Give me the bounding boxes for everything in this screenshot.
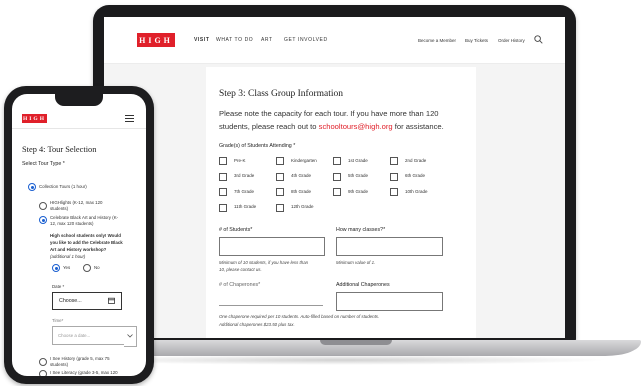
grade-checkbox[interactable] — [390, 172, 398, 181]
phone-header-divider — [12, 128, 146, 129]
date-label: Date * — [52, 284, 65, 289]
highlights-label-line1: HIGHlights (K-12, max 120 — [50, 200, 103, 205]
nav-link-what-to-do[interactable]: WHAT TO DO — [216, 37, 253, 43]
nav-link-visit[interactable]: VISIT — [194, 37, 210, 43]
grade-checkbox-label: 5th Grade — [348, 173, 369, 178]
capacity-notice-line1: Please note the capacity for each tour. … — [219, 109, 439, 118]
grade-checkbox-label: 3rd Grade — [234, 173, 255, 178]
classes-input[interactable] — [336, 237, 443, 256]
see-history-label-line1: I See History (grade 5, max 75 — [50, 356, 110, 361]
grade-checkbox[interactable] — [276, 172, 284, 181]
additional-chaperones-label: Additional Chaperones — [336, 282, 390, 288]
highlights-label-line2: students) — [50, 206, 69, 211]
grade-checkbox-label: Kindergarten — [291, 157, 317, 163]
phone-screen: HIGH Step 4: Tour Selection Select Tour … — [12, 94, 146, 376]
time-placeholder: Choose a date... — [58, 333, 91, 338]
classes-label: How many classes?* — [336, 227, 386, 233]
grade-checkbox-label: 8th Grade — [291, 188, 312, 194]
grade-checkbox[interactable] — [333, 172, 341, 181]
collection-tours-radio[interactable] — [28, 183, 36, 191]
workshop-question-line4: (additional 1 hour) — [50, 254, 86, 259]
grade-checkbox[interactable] — [219, 188, 227, 196]
grade-checkbox[interactable] — [276, 203, 284, 212]
time-select-arrow[interactable] — [124, 326, 137, 347]
chaperone-help-line1: One chaperone required per 10 students. … — [219, 314, 380, 319]
workshop-question-line3: Art and History workshop? — [50, 247, 107, 252]
grade-checkbox[interactable] — [390, 157, 398, 165]
celebrate-label-line1: Celebrate Black Art and History (K- — [50, 215, 119, 220]
see-literacy-radio[interactable] — [39, 370, 47, 376]
grade-checkbox-label: 1st Grade — [348, 157, 368, 163]
see-history-radio[interactable] — [39, 358, 47, 366]
students-help-line2: 10, please contact us. — [219, 267, 262, 272]
calendar-icon — [108, 297, 115, 304]
celebrate-label-line2: 12, max 120 students) — [50, 221, 94, 226]
nav-link-get-involved[interactable]: GET INVOLVED — [284, 37, 328, 43]
grade-checkbox[interactable] — [276, 157, 284, 165]
grade-checkbox[interactable] — [219, 203, 227, 212]
collection-tours-label: Collection Tours (1 hour) — [39, 184, 87, 189]
search-icon[interactable] — [534, 35, 543, 44]
students-label: # of Students* — [219, 227, 253, 233]
time-label: Time* — [52, 318, 64, 323]
see-literacy-label: I See Literacy (grade 3-5, max 120 — [50, 370, 118, 375]
grade-checkbox-label: Pre-K — [234, 157, 246, 163]
grade-checkbox-label: 4th Grade — [291, 173, 312, 178]
additional-chaperones-input[interactable] — [336, 292, 443, 311]
chaperone-help-line2: Additional chaperones $23.50 plus tax. — [219, 322, 295, 327]
grade-checkbox[interactable] — [333, 188, 341, 196]
chaperones-input — [219, 305, 323, 306]
grade-checkbox-label: 11th Grade — [234, 204, 257, 209]
workshop-yes-label: Yes — [63, 265, 71, 270]
workshop-no-radio[interactable] — [83, 264, 91, 272]
tour-type-label: Select Tour Type * — [22, 161, 65, 167]
chevron-down-icon — [127, 334, 133, 338]
date-picker-button[interactable]: Choose... — [52, 292, 122, 310]
laptop-screen: HIGH VISIT WHAT TO DO ART GET INVOLVED B… — [104, 17, 565, 338]
order-history-link[interactable]: Order History — [498, 38, 525, 43]
workshop-no-label: No — [94, 265, 100, 270]
grade-checkbox[interactable] — [390, 188, 398, 196]
workshop-question-line2: you like to add the Celebrate Black — [50, 240, 123, 245]
buy-tickets-link[interactable]: Buy Tickets — [465, 38, 488, 43]
classes-help: Minimum value of 1. — [336, 260, 376, 265]
grade-checkbox-label: 9th Grade — [348, 188, 369, 194]
grade-checkbox-label: 10th Grade — [405, 188, 428, 194]
see-history-label-line2: students) — [50, 362, 69, 367]
grade-checkbox[interactable] — [219, 172, 227, 181]
highlights-radio[interactable] — [39, 202, 47, 210]
hamburger-menu-icon[interactable] — [125, 115, 134, 116]
time-select[interactable]: Choose a date... — [52, 326, 126, 345]
date-picker-label: Choose... — [59, 298, 82, 304]
grade-checkbox-label: 2nd Grade — [405, 157, 427, 163]
capacity-notice-line2: students, please reach out to schooltour… — [219, 122, 444, 131]
students-input[interactable] — [219, 237, 325, 256]
grade-checkbox[interactable] — [333, 157, 341, 165]
students-help-line1: Minimum of 10 students, if you have less… — [219, 260, 309, 265]
grades-label: Grade(s) of Students Attending * — [219, 143, 296, 149]
phone-step-title: Step 4: Tour Selection — [22, 145, 97, 154]
celebrate-black-art-radio[interactable] — [39, 216, 47, 224]
step-title: Step 3: Class Group Information — [219, 89, 344, 99]
site-logo[interactable]: HIGH — [137, 33, 175, 47]
grade-checkbox-label: 12th Grade — [291, 204, 314, 209]
become-member-link[interactable]: Become a Member — [418, 38, 456, 43]
site-header: HIGH VISIT WHAT TO DO ART GET INVOLVED B… — [104, 17, 565, 64]
grade-checkbox-label: 6th Grade — [405, 173, 426, 178]
class-group-form: Step 3: Class Group Information Please n… — [206, 67, 476, 338]
school-tours-email-link[interactable]: schooltours@high.org — [319, 122, 393, 131]
grade-checkbox[interactable] — [219, 157, 227, 165]
grade-checkbox[interactable] — [276, 188, 284, 196]
nav-link-art[interactable]: ART — [261, 37, 273, 43]
phone-notch — [55, 94, 103, 106]
workshop-yes-radio[interactable] — [52, 264, 60, 272]
laptop-hinge-notch — [320, 340, 392, 345]
grade-checkbox-label: 7th Grade — [234, 188, 255, 194]
workshop-question-line1: High school students only! Would — [50, 233, 121, 238]
chaperones-label: # of Chaperones* — [219, 282, 261, 288]
phone-site-logo[interactable]: HIGH — [22, 114, 47, 123]
